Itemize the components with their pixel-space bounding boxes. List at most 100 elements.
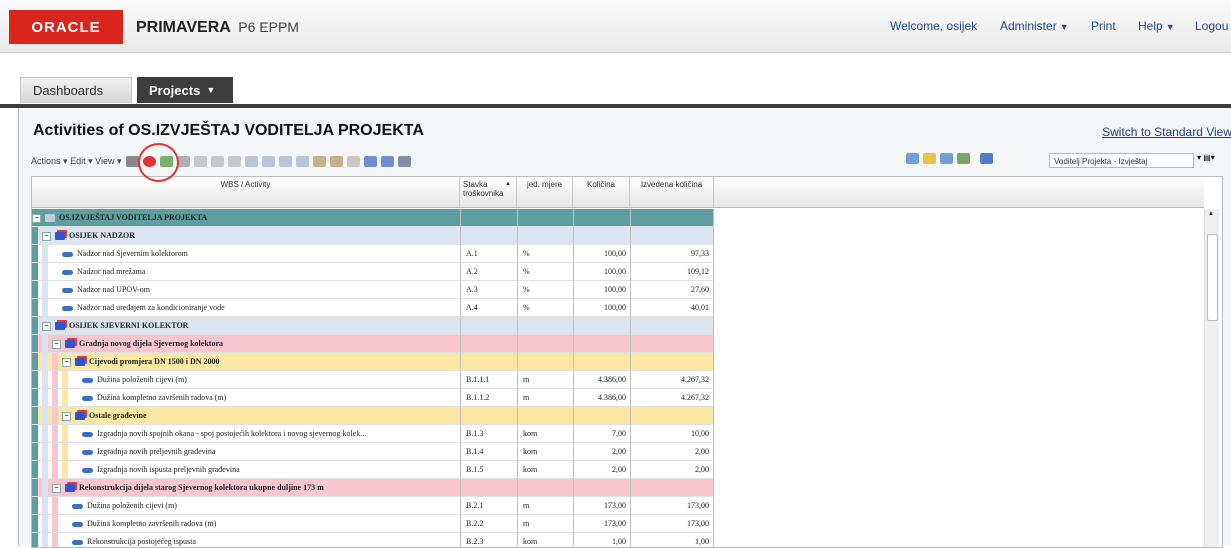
- print-link[interactable]: Print: [1091, 19, 1116, 33]
- collapse-icon[interactable]: −: [52, 339, 61, 349]
- quantity-cell[interactable]: 100,00: [573, 299, 630, 317]
- unit-cell[interactable]: [517, 353, 573, 371]
- quantity-cell[interactable]: 4.386,00: [573, 389, 630, 407]
- column-header-activity[interactable]: WBS / Activity: [32, 177, 460, 208]
- find-replace-icon[interactable]: [330, 155, 344, 167]
- activity-name-cell[interactable]: Nadzor nad mrežama: [32, 263, 460, 281]
- done-quantity-cell[interactable]: [630, 479, 714, 497]
- views-icon[interactable]: [980, 153, 993, 164]
- gantt-icon[interactable]: [940, 153, 953, 164]
- unit-cell[interactable]: kom: [517, 461, 573, 479]
- activity-name-cell[interactable]: Nadzor nad uređajem za kondicioniranje v…: [32, 299, 460, 317]
- done-quantity-cell[interactable]: 4.267,32: [630, 389, 714, 407]
- cost-item-cell[interactable]: [460, 209, 517, 227]
- done-quantity-cell[interactable]: 27,60: [630, 281, 714, 299]
- done-quantity-cell[interactable]: 10,00: [630, 425, 714, 443]
- unit-cell[interactable]: [517, 479, 573, 497]
- cost-item-cell[interactable]: B.1.5: [460, 461, 517, 479]
- wbs-row[interactable]: − Rekonstrukcija dijela starog Sjevernog …: [32, 479, 1192, 497]
- unit-cell[interactable]: m: [517, 515, 573, 533]
- activity-row[interactable]: Dužina položenih cijevi (m) B.1.1.1 m 4.386…: [32, 371, 1192, 389]
- link-icon[interactable]: [211, 155, 225, 167]
- copy-icon[interactable]: [194, 155, 208, 167]
- cost-item-cell[interactable]: [460, 335, 517, 353]
- layout-icon[interactable]: [906, 153, 919, 164]
- collapse-icon[interactable]: −: [62, 411, 71, 421]
- find-icon[interactable]: [313, 155, 327, 167]
- indent-icon[interactable]: [279, 155, 293, 167]
- done-quantity-cell[interactable]: 173,00: [630, 497, 714, 515]
- cost-item-cell[interactable]: A.2: [460, 263, 517, 281]
- unit-cell[interactable]: kom: [517, 443, 573, 461]
- unit-cell[interactable]: m: [517, 497, 573, 515]
- done-quantity-cell[interactable]: [630, 317, 714, 335]
- done-quantity-cell[interactable]: 2,00: [630, 443, 714, 461]
- done-quantity-cell[interactable]: [630, 335, 714, 353]
- done-quantity-cell[interactable]: [630, 227, 714, 245]
- column-header-unit[interactable]: jed. mjere: [517, 177, 573, 208]
- unit-cell[interactable]: %: [517, 263, 573, 281]
- collapse-icon[interactable]: −: [42, 321, 51, 331]
- unit-cell[interactable]: m: [517, 371, 573, 389]
- chart-icon[interactable]: [957, 153, 970, 164]
- view-dropdown-icon[interactable]: ▾ ▤▾: [1197, 153, 1215, 162]
- done-quantity-cell[interactable]: 97,33: [630, 245, 714, 263]
- unit-cell[interactable]: [517, 317, 573, 335]
- done-quantity-cell[interactable]: 4.267,32: [630, 371, 714, 389]
- cost-item-cell[interactable]: [460, 353, 517, 371]
- activity-row[interactable]: Nadzor nad UPOV-om A.3% 100,00 27,60: [32, 281, 1192, 299]
- tab-dashboards[interactable]: Dashboards: [20, 77, 132, 103]
- quantity-cell[interactable]: [573, 353, 630, 371]
- quantity-cell[interactable]: 100,00: [573, 245, 630, 263]
- done-quantity-cell[interactable]: [630, 407, 714, 425]
- wbs-row[interactable]: − Ostale građevine: [32, 407, 1192, 425]
- activity-name-cell[interactable]: − Cijevodi promjera DN 1500 i DN 2000: [32, 353, 460, 371]
- unit-cell[interactable]: [517, 227, 573, 245]
- table-view-icon[interactable]: [923, 153, 936, 164]
- column-header-done-quantity[interactable]: Izvedena količina: [630, 177, 714, 208]
- activity-name-cell[interactable]: Dužina kompletno završenih radova (m): [32, 389, 460, 407]
- activity-row[interactable]: Izgradnja novih spojnih okana - spoj pos…: [32, 425, 1192, 443]
- activity-name-cell[interactable]: − OSIJEK NADZOR: [32, 227, 460, 245]
- quantity-cell[interactable]: 4.386,00: [573, 371, 630, 389]
- cost-item-cell[interactable]: B.1.1.1: [460, 371, 517, 389]
- move-up-icon[interactable]: [245, 155, 259, 167]
- done-quantity-cell[interactable]: 173,00: [630, 515, 714, 533]
- collapse-icon[interactable]: −: [62, 357, 71, 367]
- activity-row[interactable]: Dužina kompletno završenih radova (m) B.1…: [32, 389, 1192, 407]
- quantity-cell[interactable]: 173,00: [573, 515, 630, 533]
- done-quantity-cell[interactable]: [630, 209, 714, 227]
- done-quantity-cell[interactable]: 40,01: [630, 299, 714, 317]
- vertical-scrollbar[interactable]: ▲: [1204, 209, 1219, 547]
- administer-menu[interactable]: Administer ▼: [1000, 19, 1069, 33]
- quantity-cell[interactable]: [573, 479, 630, 497]
- activity-name-cell[interactable]: − OSIJEK SJEVERNI KOLEKTOR: [32, 317, 460, 335]
- cost-item-cell[interactable]: A.4: [460, 299, 517, 317]
- wbs-row[interactable]: − OSIJEK NADZOR: [32, 227, 1192, 245]
- activity-name-cell[interactable]: Izgradnja novih spojnih okana - spoj pos…: [32, 425, 460, 443]
- activity-name-cell[interactable]: − OS.IZVJEŠTAJ VODITELJA PROJEKTA: [32, 209, 460, 227]
- cost-item-cell[interactable]: [460, 407, 517, 425]
- unit-cell[interactable]: m: [517, 389, 573, 407]
- cost-item-cell[interactable]: A.3: [460, 281, 517, 299]
- unlink-icon[interactable]: [228, 155, 242, 167]
- tab-projects[interactable]: Projects ▼: [137, 77, 233, 103]
- cost-item-cell[interactable]: B.1.1.2: [460, 389, 517, 407]
- activity-name-cell[interactable]: Dužina kompletno završenih radova (m): [32, 515, 460, 533]
- cost-item-cell[interactable]: [460, 479, 517, 497]
- quantity-cell[interactable]: 2,00: [573, 443, 630, 461]
- done-quantity-cell[interactable]: 2,00: [630, 461, 714, 479]
- unit-cell[interactable]: [517, 407, 573, 425]
- unit-cell[interactable]: [517, 209, 573, 227]
- view-menu[interactable]: View ▾: [95, 156, 121, 167]
- group-sort-icon[interactable]: [381, 155, 395, 167]
- edit-menu[interactable]: Edit ▾: [70, 156, 93, 167]
- activity-name-cell[interactable]: Dužina položenih cijevi (m): [32, 497, 460, 515]
- done-quantity-cell[interactable]: 109,12: [630, 263, 714, 281]
- activity-row[interactable]: Nadzor nad mrežama A.2% 100,00 109,12: [32, 263, 1192, 281]
- columns-icon[interactable]: [364, 155, 378, 167]
- unit-cell[interactable]: kom: [517, 425, 573, 443]
- actions-menu[interactable]: Actions ▾: [31, 156, 68, 167]
- logout-link[interactable]: Logou: [1195, 19, 1228, 33]
- activity-name-cell[interactable]: Izgradnja novih preljevnih građevina: [32, 443, 460, 461]
